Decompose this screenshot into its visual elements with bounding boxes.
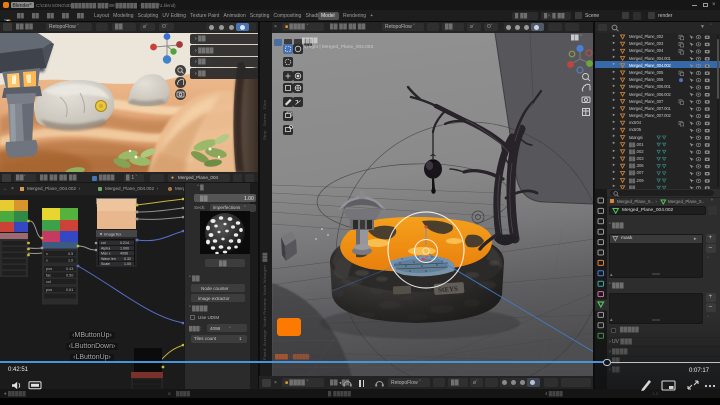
svg-text:Scale: Scale xyxy=(101,262,110,266)
svg-text:1.000: 1.000 xyxy=(120,246,129,250)
svg-text:col: col xyxy=(101,241,106,245)
svg-text:pos: pos xyxy=(46,267,52,271)
svg-text:pos: pos xyxy=(46,288,52,292)
svg-text:SŒYS: SŒYS xyxy=(438,284,458,293)
svg-text:Max x: Max x xyxy=(101,252,111,256)
svg-text:0.43: 0.43 xyxy=(66,267,73,271)
svg-text:0.214: 0.214 xyxy=(120,241,129,245)
svg-text:Alpha: Alpha xyxy=(101,246,110,250)
svg-text:Wave len: Wave len xyxy=(101,257,116,261)
svg-text:▼ ImageTex: ▼ ImageTex xyxy=(99,232,121,237)
svg-text:0.61: 0.61 xyxy=(66,288,73,292)
svg-text:col: col xyxy=(46,280,51,284)
svg-text:v: v xyxy=(46,252,48,256)
svg-text:v: v xyxy=(46,259,48,263)
svg-text:4096: 4096 xyxy=(120,252,128,256)
svg-text:0.5: 0.5 xyxy=(68,252,73,256)
svg-text:1.0: 1.0 xyxy=(68,259,73,263)
svg-text:0.50: 0.50 xyxy=(66,274,73,278)
svg-text:fac: fac xyxy=(46,274,51,278)
svg-text:1.00: 1.00 xyxy=(124,262,131,266)
svg-text:0.32: 0.32 xyxy=(124,257,131,261)
